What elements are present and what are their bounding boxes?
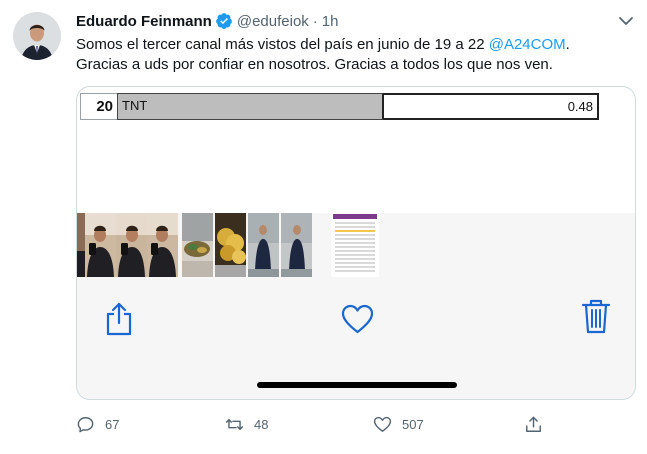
author-handle[interactable]: @edufeiok (237, 13, 309, 30)
thumbnail-ratings-table[interactable] (331, 213, 379, 277)
heart-icon[interactable] (341, 304, 374, 334)
tweet-text-period: . (565, 36, 570, 53)
like-count: 507 (402, 416, 424, 432)
thumbnail-selfie-partial[interactable] (77, 213, 85, 277)
tweet-header: Eduardo Feinmann @edufeiok · 1h (76, 11, 338, 31)
reply-button[interactable]: 67 (76, 413, 119, 435)
retweet-icon (225, 418, 244, 430)
tweet-actions: 67 48 507 (76, 413, 636, 435)
share-icon[interactable] (104, 302, 134, 336)
tweet-text: Somos el tercer canal más vistos del paí… (76, 35, 636, 75)
trash-icon[interactable] (581, 298, 611, 334)
mention-link[interactable]: @A24COM (489, 36, 566, 53)
thumbnail-man-suit-1[interactable] (248, 213, 279, 277)
like-heart-icon (373, 416, 392, 432)
author-name[interactable]: Eduardo Feinmann (76, 13, 212, 30)
like-button[interactable]: 507 (373, 413, 424, 435)
tweet-text-body: Somos el tercer canal más vistos del paí… (76, 36, 489, 53)
share-upload-icon (526, 416, 541, 432)
table-row: 20 TNT 0.48 (77, 93, 599, 120)
thumbnail-food[interactable] (182, 213, 213, 277)
thumbnail-selfie-2[interactable] (116, 213, 147, 277)
separator-dot: · (312, 12, 318, 30)
chevron-down-icon[interactable] (617, 12, 635, 30)
tweet-text-line-2: Gracias a uds por confiar en nosotros. G… (76, 56, 553, 73)
retweet-button[interactable]: 48 (225, 413, 268, 435)
avatar-image (13, 12, 61, 60)
avatar[interactable] (13, 12, 61, 60)
reply-count: 67 (105, 416, 120, 432)
thumbnail-selfie-1[interactable] (85, 213, 116, 277)
home-indicator-bar (257, 382, 457, 388)
tweet-text-line-1: Somos el tercer canal más vistos del paí… (76, 35, 636, 55)
tweet-timestamp[interactable]: 1h (322, 13, 339, 30)
table-cell-value: 0.48 (384, 93, 599, 120)
document-preview: 20 TNT 0.48 (77, 87, 635, 213)
retweet-count: 48 (254, 416, 269, 432)
thumbnail-gold-coins[interactable] (215, 213, 246, 277)
reply-icon (77, 416, 94, 432)
thumbnail-man-suit-2[interactable] (281, 213, 312, 277)
photo-thumbnail-strip (77, 213, 635, 279)
table-cell-channel: TNT (117, 93, 384, 120)
share-tweet-button[interactable] (524, 413, 553, 435)
table-cell-rank: 20 (80, 93, 117, 120)
verified-badge-icon (215, 12, 233, 30)
tweet: Eduardo Feinmann @edufeiok · 1h Somos el… (0, 0, 647, 454)
media-attachment[interactable]: 20 TNT 0.48 (76, 86, 636, 400)
thumbnail-selfie-3[interactable] (147, 213, 178, 277)
